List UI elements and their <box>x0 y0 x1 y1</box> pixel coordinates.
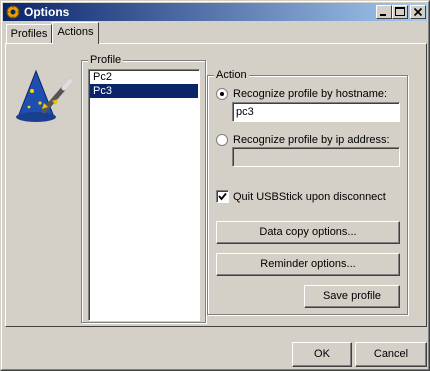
ip-field[interactable] <box>232 147 400 167</box>
data-copy-options-button[interactable]: Data copy options... <box>216 221 400 244</box>
cancel-button[interactable]: Cancel <box>355 342 427 367</box>
hostname-field[interactable]: pc3 <box>232 102 400 122</box>
options-window: Options Profiles Actions Profile Pc2 Pc3… <box>0 0 430 371</box>
profile-list[interactable]: Pc2 Pc3 <box>88 69 200 321</box>
ip-radio[interactable] <box>216 134 228 146</box>
tab-profiles-label: Profiles <box>10 28 48 40</box>
gear-icon <box>6 5 20 19</box>
title-bar[interactable]: Options <box>3 3 427 21</box>
close-icon <box>411 6 425 18</box>
action-group-label: Action <box>214 68 249 82</box>
tab-actions-label: Actions <box>57 26 94 38</box>
close-button[interactable] <box>410 5 426 19</box>
quit-checkbox-label[interactable]: Quit USBStick upon disconnect <box>233 190 386 204</box>
maximize-button[interactable] <box>392 5 408 19</box>
reminder-options-button[interactable]: Reminder options... <box>216 253 400 276</box>
list-item[interactable]: Pc3 <box>90 84 198 98</box>
hostname-radio[interactable] <box>216 88 228 100</box>
tab-profiles[interactable]: Profiles <box>6 24 52 44</box>
quit-checkbox[interactable] <box>216 190 229 203</box>
profile-group-label: Profile <box>88 53 124 67</box>
minimize-button[interactable] <box>376 5 392 19</box>
minimize-icon <box>377 6 391 18</box>
window-title: Options <box>24 5 70 19</box>
ip-radio-label[interactable]: Recognize profile by ip address: <box>233 133 390 147</box>
wizard-hat-icon <box>14 61 74 125</box>
radio-dot <box>220 92 224 96</box>
ok-button[interactable]: OK <box>292 342 352 367</box>
hostname-radio-label[interactable]: Recognize profile by hostname: <box>233 87 387 101</box>
tab-actions[interactable]: Actions <box>52 22 99 44</box>
save-profile-button[interactable]: Save profile <box>304 285 400 308</box>
maximize-icon <box>393 6 407 18</box>
list-item[interactable]: Pc2 <box>90 70 198 84</box>
